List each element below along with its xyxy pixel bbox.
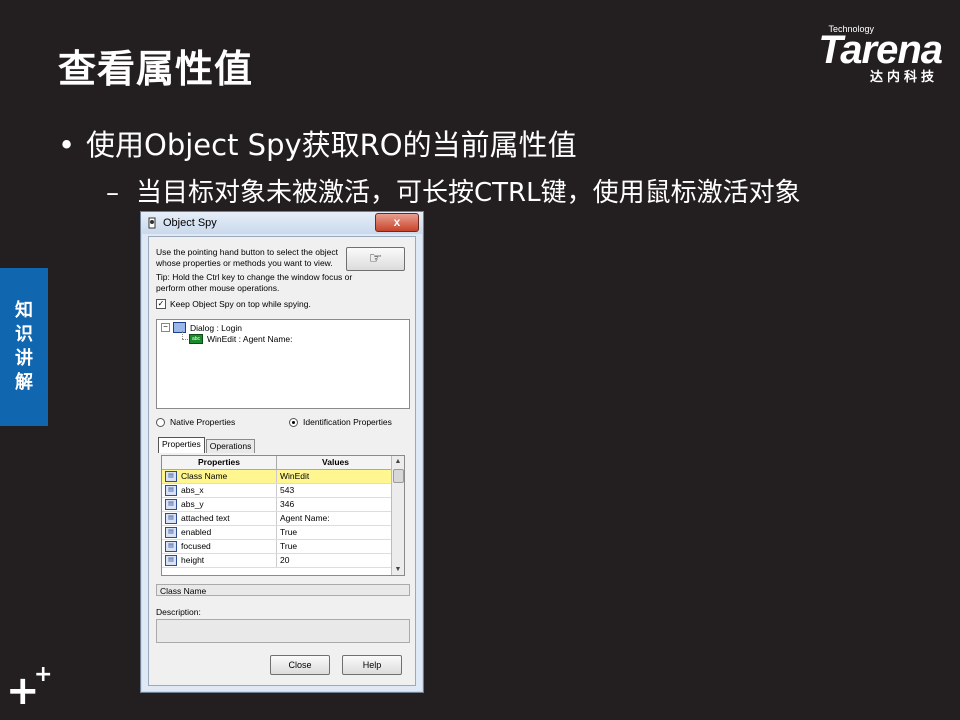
slide-title: 查看属性值 — [58, 47, 254, 91]
scroll-up-icon[interactable]: ▲ — [392, 456, 404, 467]
edit-field-icon: abc — [189, 334, 203, 344]
bullet-2-text: 当目标对象未被激活，可长按CTRL键，使用鼠标激活对象 — [136, 178, 801, 208]
property-name: enabled — [181, 527, 212, 537]
keep-on-top-label: Keep Object Spy on top while spying. — [170, 299, 311, 309]
properties-grid[interactable]: Properties Values ▤ Class Name WinEdit ▤ a… — [161, 455, 405, 576]
table-row[interactable]: ▤ focused True — [162, 540, 404, 554]
property-icon: ▤ — [165, 541, 177, 552]
table-row[interactable]: ▤ height 20 — [162, 554, 404, 568]
logo-chinese-text: 达内科技 — [869, 70, 938, 85]
tarena-logo: Technology Tarena 达内科技 — [772, 24, 943, 85]
side-tab-char: 解 — [15, 372, 33, 393]
table-row[interactable]: ▤ enabled True — [162, 526, 404, 540]
property-name: attached text — [181, 513, 230, 523]
tree-node-dialog[interactable]: − Dialog : Login — [161, 322, 242, 333]
tab-operations[interactable]: Operations — [205, 439, 256, 453]
property-name: Class Name — [181, 471, 228, 481]
object-spy-window: Object Spy x Use the pointing hand butto… — [140, 211, 424, 693]
property-name: abs_x — [181, 485, 204, 495]
grid-scrollbar[interactable]: ▲ ▼ — [391, 456, 404, 575]
description-box — [156, 619, 410, 643]
property-value: 20 — [277, 554, 395, 567]
side-tab-char: 识 — [15, 324, 33, 345]
keep-on-top-option[interactable]: ✓ Keep Object Spy on top while spying. — [156, 299, 311, 309]
dialog-icon — [173, 322, 186, 333]
selected-property-name: Class Name — [156, 584, 410, 596]
help-button[interactable]: Help — [342, 655, 402, 675]
header-properties[interactable]: Properties — [162, 456, 277, 469]
radio-button[interactable] — [156, 417, 165, 427]
property-value: WinEdit — [277, 470, 395, 483]
property-icon: ▤ — [165, 555, 177, 566]
tree-connector — [182, 339, 188, 341]
table-row[interactable]: ▤ Class Name WinEdit — [162, 470, 404, 484]
scroll-down-icon[interactable]: ▼ — [392, 564, 404, 575]
property-name: height — [181, 555, 205, 565]
property-value: 346 — [277, 498, 395, 511]
radio-label: Identification Properties — [303, 417, 392, 427]
bullet-level-1: • 使用Object Spy获取RO的当前属性值 — [58, 122, 577, 164]
bullet-level-2: – 当目标对象未被激活，可长按CTRL键，使用鼠标激活对象 — [106, 172, 801, 209]
property-value: 543 — [277, 484, 395, 497]
bullet-1-text: 使用Object Spy获取RO的当前属性值 — [86, 128, 577, 162]
section-side-tab: 知 识 讲 解 — [0, 268, 48, 426]
property-name: focused — [181, 541, 211, 551]
property-tabs: Properties Operations — [158, 437, 256, 453]
window-close-button[interactable]: x — [375, 213, 419, 232]
tree-node-winedit[interactable]: abc WinEdit : Agent Name: — [189, 334, 293, 344]
tree-connector — [182, 331, 184, 339]
grid-header: Properties Values — [162, 456, 404, 470]
scroll-thumb[interactable] — [393, 469, 404, 483]
bullet-marker: • — [58, 128, 76, 162]
bullet-dash: – — [106, 178, 119, 208]
pointing-hand-icon: ☞ — [368, 250, 383, 267]
tip-text: Tip: Hold the Ctrl key to change the win… — [156, 272, 353, 293]
property-icon: ▤ — [165, 485, 177, 496]
window-title: Object Spy — [163, 217, 217, 229]
property-icon: ▤ — [165, 513, 177, 524]
side-tab-char: 讲 — [15, 348, 33, 369]
property-icon: ▤ — [165, 471, 177, 482]
table-row[interactable]: ▤ attached text Agent Name: — [162, 512, 404, 526]
radio-button[interactable] — [289, 417, 298, 427]
spy-icon — [148, 217, 156, 229]
header-values[interactable]: Values — [277, 456, 395, 469]
window-titlebar[interactable]: Object Spy x — [141, 212, 423, 234]
tree-collapse-icon[interactable]: − — [161, 323, 170, 332]
radio-label: Native Properties — [170, 417, 236, 427]
description-label: Description: — [156, 607, 201, 617]
plus-logo: + + — [6, 662, 52, 714]
tree-node-label: Dialog : Login — [190, 322, 242, 333]
property-value: True — [277, 526, 395, 539]
keep-on-top-checkbox[interactable]: ✓ — [156, 299, 166, 309]
object-tree[interactable]: − Dialog : Login abc WinEdit : Agent Nam… — [156, 319, 410, 409]
property-icon: ▤ — [165, 499, 177, 510]
close-button[interactable]: Close — [270, 655, 330, 675]
tab-properties[interactable]: Properties — [158, 437, 205, 453]
property-icon: ▤ — [165, 527, 177, 538]
side-tab-char: 知 — [15, 300, 33, 321]
property-name: abs_y — [181, 499, 204, 509]
instruction-text: Use the pointing hand button to select t… — [156, 247, 338, 268]
table-row[interactable]: ▤ abs_x 543 — [162, 484, 404, 498]
tree-node-label: WinEdit : Agent Name: — [207, 334, 293, 344]
property-value: Agent Name: — [277, 512, 395, 525]
native-properties-radio[interactable]: Native Properties — [156, 417, 235, 427]
property-value: True — [277, 540, 395, 553]
table-row[interactable]: ▤ abs_y 346 — [162, 498, 404, 512]
identification-properties-radio[interactable]: Identification Properties — [289, 417, 392, 427]
window-client-area: Use the pointing hand button to select t… — [148, 236, 416, 686]
pointing-hand-button[interactable]: ☞ — [346, 247, 405, 271]
plus-logo-small: + — [34, 662, 53, 687]
